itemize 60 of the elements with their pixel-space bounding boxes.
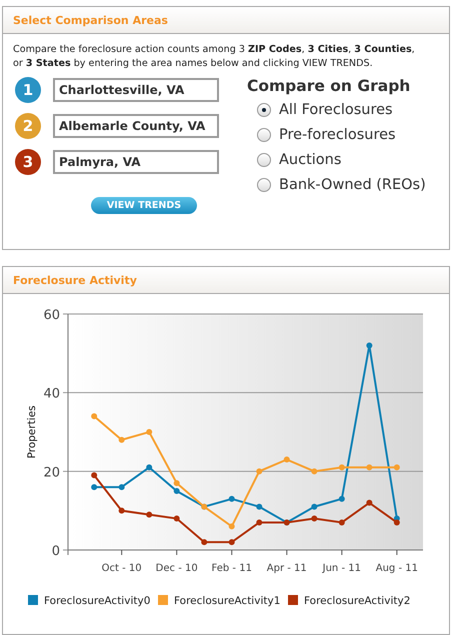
data-point xyxy=(228,540,235,546)
x-tick-label: Dec - 10 xyxy=(156,563,198,574)
data-point xyxy=(118,484,125,490)
data-point xyxy=(174,516,180,522)
y-tick-label: 40 xyxy=(43,387,60,402)
area-number: 2 xyxy=(15,113,41,139)
radio-button[interactable] xyxy=(257,152,271,166)
data-point xyxy=(338,464,345,471)
radio-button[interactable] xyxy=(257,128,271,142)
radio-button[interactable] xyxy=(257,178,271,192)
legend-label: ForeclosureActivity1 xyxy=(174,595,280,608)
data-point xyxy=(338,496,345,502)
data-point xyxy=(91,484,98,490)
area-number: 3 xyxy=(15,149,41,175)
data-point xyxy=(118,437,125,444)
radio-button[interactable] xyxy=(257,102,271,116)
data-point xyxy=(118,508,125,514)
y-tick-label: 60 xyxy=(43,308,60,324)
graph-options-title: Compare on Graph xyxy=(247,77,412,95)
data-point xyxy=(256,468,262,475)
data-point xyxy=(146,429,152,436)
data-point xyxy=(91,414,98,420)
area-input[interactable]: Albemarle County, VA xyxy=(53,114,219,138)
radio-label[interactable]: Bank-Owned (REOs) xyxy=(279,176,426,192)
y-tick-label: 0 xyxy=(52,544,60,560)
data-point xyxy=(338,520,345,526)
area-input[interactable]: Charlottesville, VA xyxy=(53,78,219,102)
panel-title: Select Comparison Areas xyxy=(13,14,168,26)
data-point xyxy=(366,342,372,349)
data-point xyxy=(366,464,372,471)
radio-label[interactable]: Pre-foreclosures xyxy=(279,126,396,142)
instructions-text: Compare the foreclosure action counts among 3 ZIP Codes, 3 Cities, 3 Counties, or 3 States by entering the area names below and clicking VIEW TRENDS. xyxy=(13,43,416,71)
x-tick-label: Aug - 11 xyxy=(376,563,418,574)
y-tick-label: 20 xyxy=(43,466,60,481)
data-point xyxy=(228,496,235,502)
y-axis-label: Properties xyxy=(26,406,38,459)
data-point xyxy=(91,472,98,479)
data-point xyxy=(311,504,318,510)
x-tick-label: Jun - 11 xyxy=(322,563,361,574)
data-point xyxy=(146,464,152,471)
data-point xyxy=(256,520,262,526)
data-point xyxy=(228,524,235,530)
data-point xyxy=(394,464,400,471)
data-point xyxy=(284,456,290,463)
x-tick-label: Feb - 11 xyxy=(212,563,252,574)
radio-label[interactable]: All Foreclosures xyxy=(279,102,393,118)
radio-label[interactable]: Auctions xyxy=(279,152,342,168)
area-input[interactable]: Palmyra, VA xyxy=(53,150,219,174)
data-point xyxy=(311,468,318,475)
data-point xyxy=(311,516,318,522)
data-point xyxy=(146,512,152,518)
legend-label: ForeclosureActivity0 xyxy=(44,595,150,608)
area-number: 1 xyxy=(15,77,41,103)
legend-label: ForeclosureActivity2 xyxy=(304,595,410,608)
data-point xyxy=(256,504,262,510)
data-point xyxy=(366,500,372,506)
panel-title: Foreclosure Activity xyxy=(13,274,137,287)
x-tick-label: Apr - 11 xyxy=(266,563,307,574)
data-point xyxy=(201,540,208,546)
x-tick-label: Oct - 10 xyxy=(102,563,142,574)
